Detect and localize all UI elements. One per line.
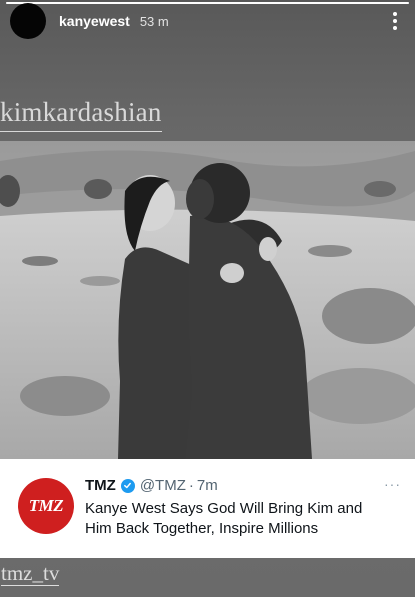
tweet-text: Kanye West Says God Will Bring Kim and H… [85, 500, 363, 537]
tweet-card[interactable]: TMZ TMZ @TMZ · 7m ··· Kanye West Says Go… [0, 459, 415, 558]
avatar[interactable] [10, 3, 46, 39]
tweet-author-name: TMZ [85, 477, 116, 494]
mention-underline [1, 585, 60, 586]
story-view[interactable]: kanyewest 53 m kimkardashian TMZ TMZ @TM… [0, 0, 415, 597]
verified-badge-icon [120, 478, 135, 493]
mention-sticker-kimkardashian[interactable]: kimkardashian [0, 99, 162, 135]
tweet-header: TMZ @TMZ · 7m [85, 477, 218, 494]
more-vertical-icon[interactable] [385, 11, 405, 31]
mention-text: tmz_tv [1, 561, 60, 585]
tmz-logo: TMZ [18, 478, 74, 534]
tmz-logo-text: TMZ [28, 496, 64, 515]
mention-sticker-tmz-tv[interactable]: tmz_tv [1, 561, 60, 589]
story-timestamp: 53 m [139, 13, 169, 29]
mention-underline [0, 131, 162, 132]
username[interactable]: kanyewest [59, 13, 130, 29]
story-photo [0, 141, 415, 459]
tweet-separator: · [188, 477, 194, 494]
tweet-time: 7m [196, 477, 218, 494]
tweet-handle: @TMZ [139, 477, 186, 494]
mention-text: kimkardashian [0, 97, 162, 127]
story-header: kanyewest 53 m [10, 3, 405, 39]
tweet-more-icon: ··· [384, 476, 401, 492]
